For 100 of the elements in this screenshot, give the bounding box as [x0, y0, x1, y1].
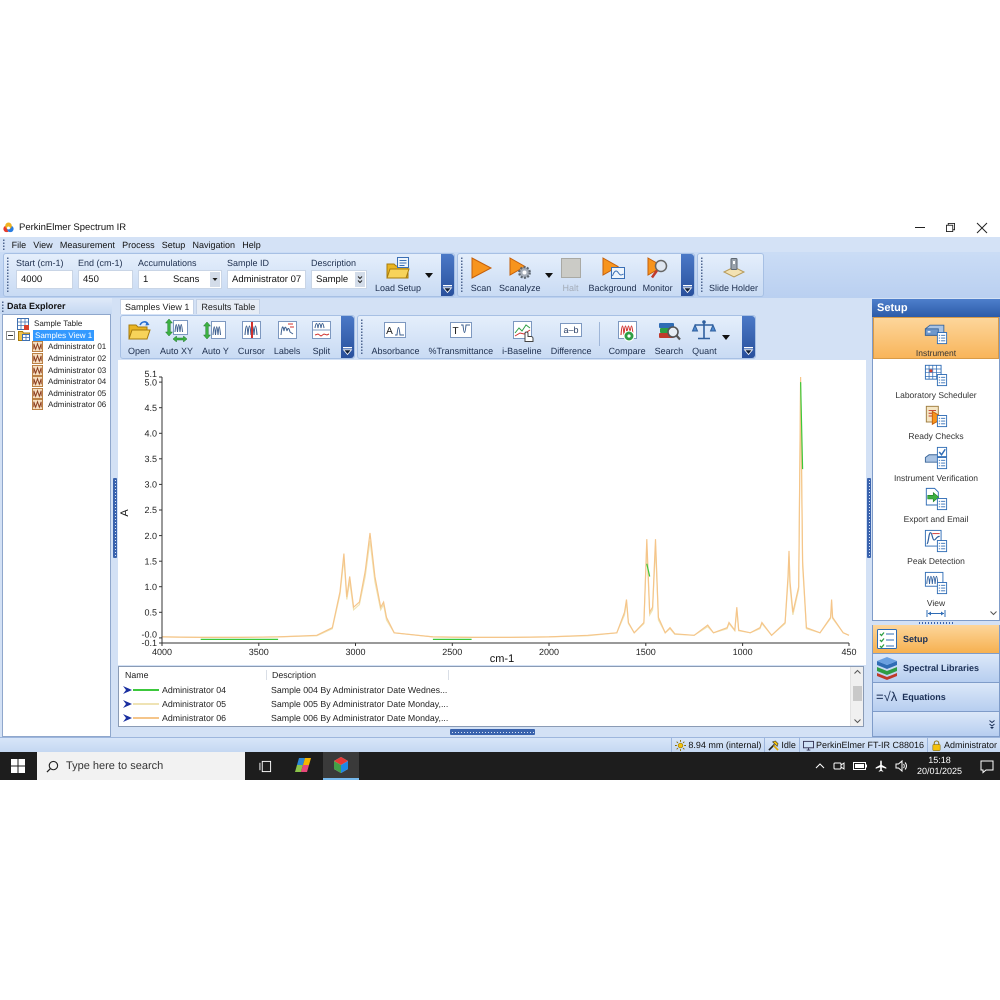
stop-icon: [558, 256, 583, 280]
auto-y-button[interactable]: Auto Y: [199, 316, 232, 358]
scrollbar[interactable]: [850, 667, 863, 726]
axis-tick-label: 3000: [345, 647, 366, 657]
absorbance-button[interactable]: A Absorbance: [368, 316, 422, 358]
tree-item[interactable]: Administrator 01: [46, 341, 108, 352]
caret-icon[interactable]: [544, 272, 553, 278]
cube-app-icon: [332, 756, 350, 774]
list-item[interactable]: Instrument Verification: [873, 442, 999, 484]
list-item[interactable]: Export and Email: [873, 483, 999, 525]
tree-item[interactable]: Sample Table: [32, 318, 84, 330]
accumulations-dropdown[interactable]: 1 Scans: [138, 270, 222, 289]
column-header: Description: [272, 670, 316, 680]
caret-icon[interactable]: [722, 334, 730, 340]
menu-item[interactable]: Navigation: [188, 240, 239, 250]
field-label: Start (cm-1): [16, 257, 65, 270]
battery-icon[interactable]: [852, 762, 867, 770]
scanalyze-button[interactable]: Scanalyze: [497, 254, 543, 296]
tab[interactable]: Samples View 1: [120, 299, 194, 314]
slide-holder-icon: [722, 256, 746, 280]
airplane-icon[interactable]: [874, 760, 887, 772]
menu-item[interactable]: Process: [118, 240, 158, 250]
clock-time[interactable]: 15:18: [928, 755, 951, 766]
monitor-button[interactable]: Monitor: [640, 254, 675, 296]
status-text: PerkinElmer FT-IR C88016: [816, 740, 924, 750]
minimize-icon: [914, 227, 924, 228]
volume-icon[interactable]: [894, 760, 907, 772]
window-title: PerkinElmer Spectrum IR: [19, 222, 126, 233]
chevron-up-icon[interactable]: [814, 763, 825, 769]
list-item[interactable]: Ready Checks: [873, 400, 999, 442]
compare-button[interactable]: Compare: [606, 316, 649, 358]
equation-icon: =√λ: [876, 690, 898, 704]
spectrum-view-icon: [924, 570, 948, 595]
nav-button[interactable]: Setup: [872, 625, 1000, 654]
scan-button[interactable]: Scan: [467, 254, 495, 296]
scrollbar-thumb[interactable]: [852, 686, 862, 701]
labels-button[interactable]: Labels: [270, 316, 304, 358]
camera-icon[interactable]: [832, 760, 845, 772]
axis-tick-label: -0.0: [141, 630, 157, 640]
grip-icon: [361, 319, 364, 355]
transmittance-button[interactable]: T %Transmittance: [425, 316, 496, 358]
search-button[interactable]: Search: [652, 316, 686, 358]
restore-icon: [946, 223, 955, 232]
axis-tick-label: 1.0: [144, 582, 157, 592]
axes-arrows-icon: [164, 318, 189, 342]
status-text: Idle: [781, 740, 796, 750]
start-field[interactable]: 4000: [16, 270, 73, 289]
baseline-button[interactable]: i-Baseline: [499, 316, 545, 358]
taskbar-app[interactable]: [323, 752, 359, 780]
split-button[interactable]: Split: [306, 316, 336, 358]
description-dropdown[interactable]: Sample: [311, 270, 367, 289]
splitter-handle[interactable]: [113, 478, 117, 558]
slide-holder-button[interactable]: Slide Holder: [707, 254, 760, 296]
background-button[interactable]: Background: [586, 254, 639, 296]
menu-item[interactable]: File: [8, 240, 30, 250]
splitter-handle[interactable]: [867, 478, 871, 558]
table-cell: Administrator 04: [162, 685, 226, 695]
caret-icon[interactable]: [425, 272, 434, 278]
open-button[interactable]: Open: [124, 316, 154, 358]
clock-date[interactable]: 20/01/2025: [916, 766, 962, 777]
list-item[interactable]: Peak Detection: [873, 524, 999, 567]
nav-button[interactable]: =√λ Equations: [872, 683, 1000, 712]
axis-tick-label: -0.1: [141, 638, 157, 648]
end-field[interactable]: 450: [78, 270, 133, 289]
overflow-button[interactable]: [681, 254, 694, 296]
nav-button[interactable]: Spectral Libraries: [872, 654, 1000, 683]
tree-item[interactable]: Administrator 06: [46, 399, 108, 410]
axis-title: A: [119, 509, 131, 517]
list-item[interactable]: View: [873, 566, 999, 608]
tree-item[interactable]: Administrator 05: [46, 388, 108, 399]
tree-item[interactable]: Administrator 04: [46, 376, 108, 388]
splitter-handle[interactable]: [450, 729, 535, 735]
scroll-down-icon[interactable]: [990, 611, 997, 615]
menu-item[interactable]: View: [30, 240, 56, 250]
axis-tick-label: 5.0: [144, 377, 157, 388]
list-item[interactable]: Instrument: [873, 317, 999, 359]
collapse-icon[interactable]: [6, 330, 15, 340]
clipboard-icon: [924, 404, 948, 428]
split-chart-icon: [309, 318, 334, 342]
notification-icon[interactable]: [980, 760, 994, 772]
tree-item[interactable]: Administrator 03: [46, 364, 108, 376]
overflow-button[interactable]: [742, 316, 755, 358]
list-item[interactable]: Laboratory Scheduler: [873, 358, 999, 400]
menu-item[interactable]: Measurement: [56, 240, 118, 250]
overflow-button[interactable]: [441, 254, 454, 296]
search-field[interactable]: Type here to search: [37, 752, 245, 780]
play-gear-icon: [508, 256, 532, 280]
splitter-handle[interactable]: [919, 622, 953, 624]
menu-item[interactable]: Help: [238, 240, 264, 250]
quant-button[interactable]: Quant: [689, 316, 720, 358]
menu-item[interactable]: Setup: [158, 240, 189, 250]
overflow-button[interactable]: [341, 316, 354, 358]
load-setup-button[interactable]: Load Setup: [373, 254, 424, 296]
auto-xy-button[interactable]: Auto XY: [157, 316, 196, 358]
cursor-button[interactable]: Cursor: [234, 316, 268, 358]
tab[interactable]: Results Table: [196, 299, 260, 314]
tree-item[interactable]: Administrator 02: [46, 353, 108, 364]
double-chevron-icon[interactable]: [355, 272, 365, 287]
difference-button[interactable]: a–b Difference: [548, 316, 595, 358]
sample-id-field[interactable]: Administrator 07: [227, 270, 306, 289]
